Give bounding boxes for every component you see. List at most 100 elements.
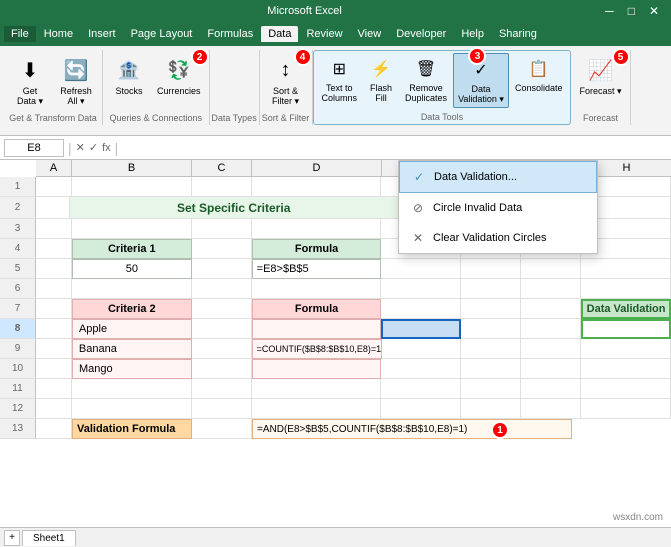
menu-data[interactable]: Data bbox=[261, 26, 298, 42]
cell-c3[interactable] bbox=[192, 219, 252, 239]
cell-a3[interactable] bbox=[36, 219, 72, 239]
cell-d4[interactable]: Formula bbox=[252, 239, 382, 259]
cell-c13[interactable] bbox=[192, 419, 252, 439]
cell-g8[interactable] bbox=[521, 319, 581, 339]
cell-b13-validation[interactable]: Validation Formula bbox=[72, 419, 192, 439]
dropdown-item-circle-invalid[interactable]: ⊘ Circle Invalid Data bbox=[399, 193, 597, 223]
cell-c11[interactable] bbox=[192, 379, 252, 399]
formula-cancel-icon[interactable]: ✕ bbox=[76, 141, 85, 154]
cell-e9[interactable] bbox=[382, 339, 462, 359]
text-to-columns-button[interactable]: ⊞ Text toColumns bbox=[318, 53, 362, 108]
menu-insert[interactable]: Insert bbox=[81, 26, 123, 42]
menu-file[interactable]: File bbox=[4, 26, 36, 42]
cell-a7[interactable] bbox=[36, 299, 72, 319]
cell-h8[interactable] bbox=[581, 319, 671, 339]
cell-c10[interactable] bbox=[192, 359, 252, 379]
sheet-tab-1[interactable]: Sheet1 bbox=[22, 530, 76, 546]
cell-h11[interactable] bbox=[581, 379, 671, 399]
cell-b1[interactable] bbox=[72, 177, 192, 197]
cell-b8-apple[interactable]: Apple bbox=[72, 319, 192, 339]
cell-f10[interactable] bbox=[461, 359, 521, 379]
menu-page-layout[interactable]: Page Layout bbox=[124, 26, 200, 42]
formula-confirm-icon[interactable]: ✓ bbox=[89, 141, 98, 154]
cell-h5[interactable] bbox=[581, 259, 671, 279]
cell-h12[interactable] bbox=[581, 399, 671, 419]
cell-b7[interactable]: Criteria 2 bbox=[72, 299, 192, 319]
cell-e11[interactable] bbox=[381, 379, 461, 399]
cell-d12[interactable] bbox=[252, 399, 382, 419]
cell-d8[interactable] bbox=[252, 319, 382, 339]
menu-developer[interactable]: Developer bbox=[389, 26, 453, 42]
cell-b5[interactable]: 50 bbox=[72, 259, 192, 279]
refresh-all-button[interactable]: 🔄 RefreshAll ▾ bbox=[54, 52, 98, 109]
cell-d13[interactable]: =AND(E8>$B$5,COUNTIF($B$8:$B$10,E8)=1) bbox=[252, 419, 572, 439]
cell-a9[interactable] bbox=[36, 339, 72, 359]
cell-c12[interactable] bbox=[192, 399, 252, 419]
cell-h6[interactable] bbox=[581, 279, 671, 299]
cell-b9-banana[interactable]: Banana bbox=[72, 339, 192, 359]
cell-b10-mango[interactable]: Mango bbox=[72, 359, 192, 379]
cell-a6[interactable] bbox=[36, 279, 72, 299]
cell-d6[interactable] bbox=[252, 279, 382, 299]
cell-c7[interactable] bbox=[192, 299, 252, 319]
cell-d1[interactable] bbox=[252, 177, 382, 197]
stocks-button[interactable]: 🏦 Stocks bbox=[107, 52, 151, 109]
cell-b6[interactable] bbox=[72, 279, 192, 299]
cell-f6[interactable] bbox=[461, 279, 521, 299]
cell-a1[interactable] bbox=[36, 177, 72, 197]
cell-e5[interactable] bbox=[381, 259, 461, 279]
minimize-icon[interactable]: ─ bbox=[601, 4, 618, 18]
cell-f7[interactable] bbox=[461, 299, 521, 319]
cell-d11[interactable] bbox=[252, 379, 382, 399]
cell-g11[interactable] bbox=[521, 379, 581, 399]
cell-b4[interactable]: Criteria 1 bbox=[72, 239, 192, 259]
cell-g6[interactable] bbox=[521, 279, 581, 299]
cell-b3[interactable] bbox=[72, 219, 192, 239]
add-sheet-button[interactable]: + bbox=[4, 530, 20, 546]
cell-a5[interactable] bbox=[36, 259, 72, 279]
cell-e10[interactable] bbox=[381, 359, 461, 379]
cell-g12[interactable] bbox=[521, 399, 581, 419]
menu-view[interactable]: View bbox=[351, 26, 389, 42]
name-box[interactable]: E8 bbox=[4, 139, 64, 157]
cell-h2[interactable] bbox=[586, 197, 671, 219]
cell-c6[interactable] bbox=[192, 279, 252, 299]
menu-sharing[interactable]: Sharing bbox=[492, 26, 544, 42]
cell-a4[interactable] bbox=[36, 239, 72, 259]
cell-a13[interactable] bbox=[36, 419, 72, 439]
cell-d7[interactable]: Formula bbox=[252, 299, 382, 319]
cell-e8-selected[interactable] bbox=[381, 319, 461, 339]
cell-c9[interactable] bbox=[192, 339, 252, 359]
cell-e6[interactable] bbox=[381, 279, 461, 299]
formula-input[interactable] bbox=[122, 142, 667, 154]
cell-a2[interactable] bbox=[36, 197, 70, 219]
menu-formulas[interactable]: Formulas bbox=[200, 26, 260, 42]
cell-d10[interactable] bbox=[252, 359, 382, 379]
flash-fill-button[interactable]: ⚡ FlashFill bbox=[363, 53, 399, 108]
menu-help[interactable]: Help bbox=[454, 26, 491, 42]
remove-duplicates-button[interactable]: 🗑 RemoveDuplicates bbox=[401, 53, 451, 108]
cell-f9[interactable] bbox=[461, 339, 521, 359]
menu-home[interactable]: Home bbox=[37, 26, 80, 42]
cell-c4[interactable] bbox=[192, 239, 252, 259]
cell-g7[interactable] bbox=[521, 299, 581, 319]
cell-f12[interactable] bbox=[461, 399, 521, 419]
cell-a10[interactable] bbox=[36, 359, 72, 379]
cell-h7[interactable]: Data Validation bbox=[581, 299, 671, 319]
cell-b12[interactable] bbox=[72, 399, 192, 419]
cell-a8[interactable] bbox=[36, 319, 72, 339]
cell-c5[interactable] bbox=[192, 259, 252, 279]
get-data-button[interactable]: ⬇ GetData ▾ bbox=[8, 52, 52, 109]
menu-review[interactable]: Review bbox=[299, 26, 349, 42]
cell-f5[interactable] bbox=[461, 259, 521, 279]
close-icon[interactable]: ✕ bbox=[645, 4, 663, 18]
cell-d5[interactable]: =E8>$B$5 bbox=[252, 259, 382, 279]
cell-a12[interactable] bbox=[36, 399, 72, 419]
cell-f11[interactable] bbox=[461, 379, 521, 399]
cell-h9[interactable] bbox=[581, 339, 671, 359]
cell-c8[interactable] bbox=[192, 319, 252, 339]
cell-d9[interactable]: =COUNTIF($B$8:$B$10,E8)=1 bbox=[252, 339, 382, 359]
cell-g10[interactable] bbox=[521, 359, 581, 379]
cell-f8[interactable] bbox=[461, 319, 521, 339]
formula-insert-icon[interactable]: fx bbox=[102, 142, 111, 154]
